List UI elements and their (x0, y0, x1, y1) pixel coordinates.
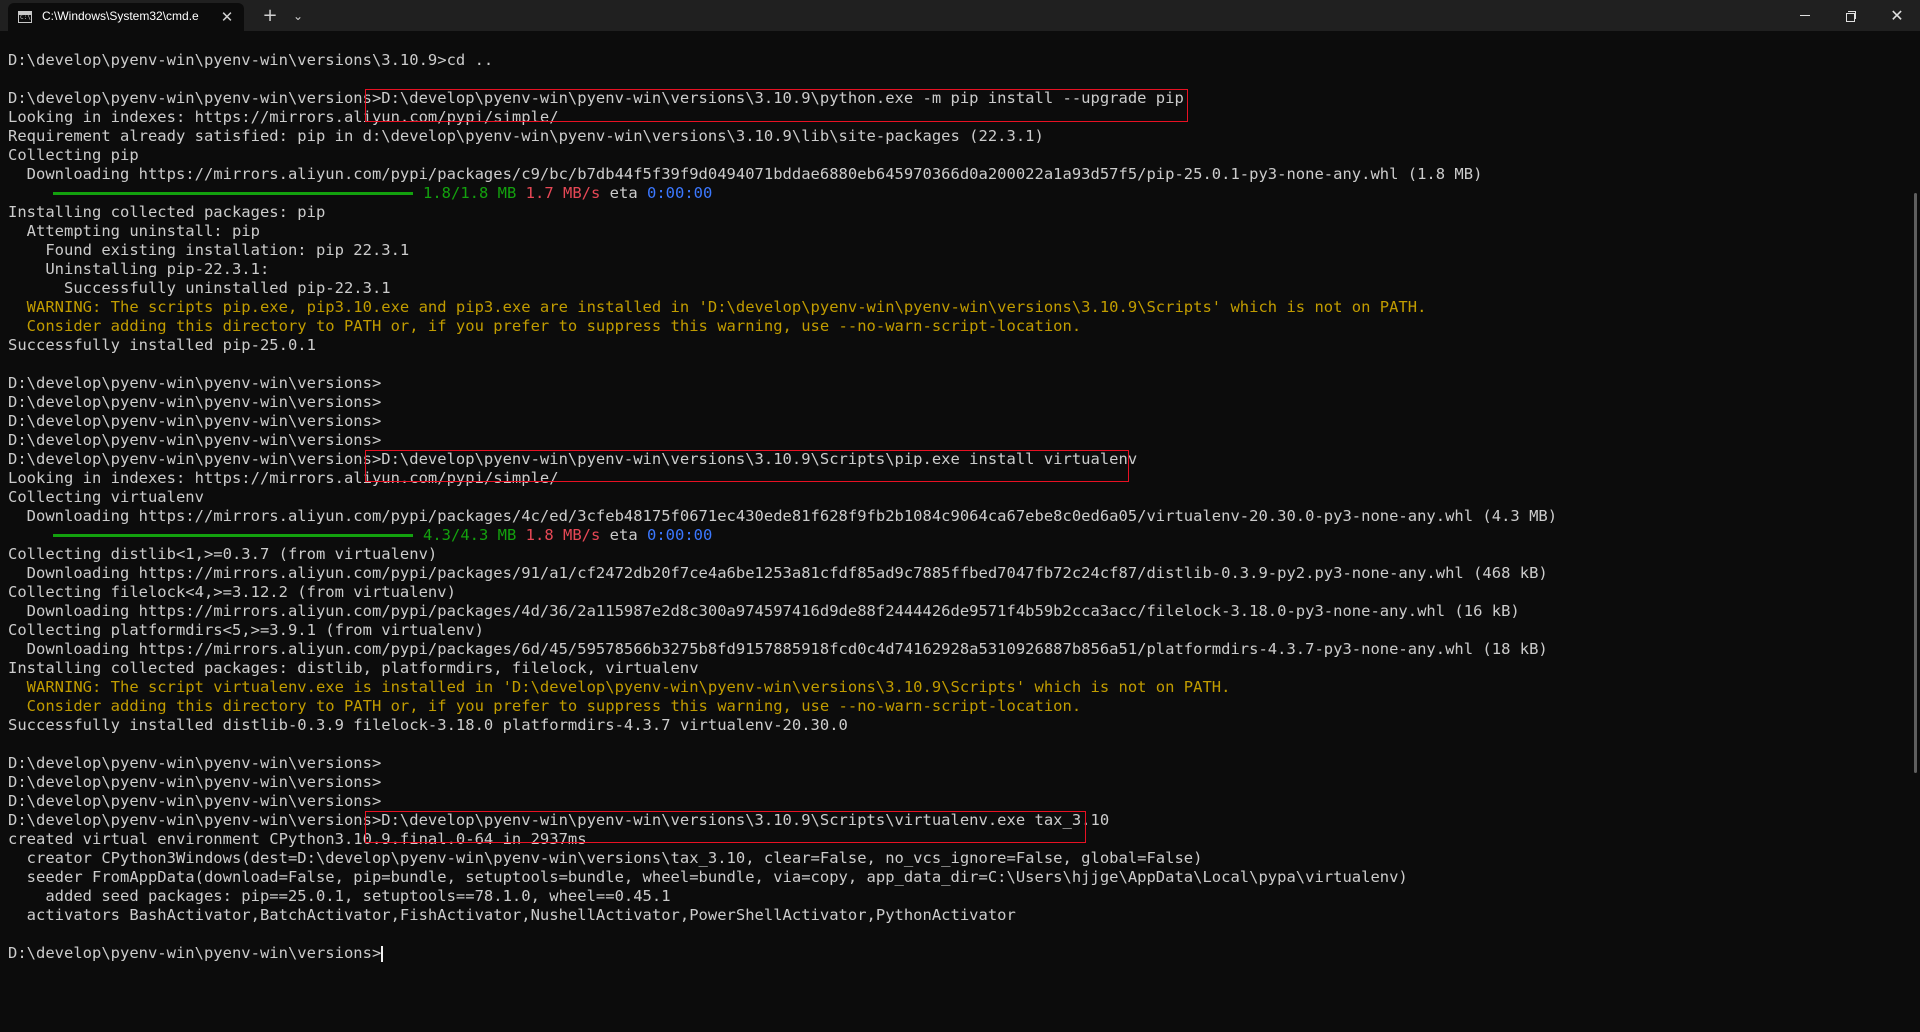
output-line: added seed packages: pip==25.0.1, setupt… (8, 887, 671, 905)
output-line: Successfully installed distlib-0.3.9 fil… (8, 716, 848, 734)
progress-size: 1.8/1.8 MB (423, 184, 517, 202)
cmd-icon (18, 11, 32, 23)
prompt-line[interactable]: D:\develop\pyenv-win\pyenv-win\versions> (8, 944, 1557, 963)
output-line: D:\develop\pyenv-win\pyenv-win\versions> (8, 431, 382, 449)
restore-icon (1846, 10, 1856, 22)
warning-line: WARNING: The script virtualenv.exe is in… (8, 678, 1231, 696)
progress-eta-label: eta (609, 184, 638, 202)
text-cursor (381, 945, 384, 962)
output-line: Downloading https://mirrors.aliyun.com/p… (8, 640, 1548, 658)
output-line: creator CPython3Windows(dest=D:\develop\… (8, 849, 1203, 867)
progress-eta: 0:00:00 (647, 184, 713, 202)
output-line: activators BashActivator,BatchActivator,… (8, 906, 1016, 924)
maximize-button[interactable] (1828, 0, 1874, 31)
progress-speed: 1.8 MB/s (525, 526, 601, 544)
output-line: Collecting pip (8, 146, 139, 164)
warning-line: Consider adding this directory to PATH o… (8, 317, 1082, 335)
scrollbar[interactable] (1914, 193, 1917, 773)
output-line: Downloading https://mirrors.aliyun.com/p… (8, 165, 1483, 183)
progress-line: 4.3/4.3 MB 1.8 MB/s eta 0:00:00 (8, 526, 1557, 545)
output-line: seeder FromAppData(download=False, pip=b… (8, 868, 1408, 886)
terminal-output[interactable]: D:\develop\pyenv-win\pyenv-win\versions\… (0, 31, 1920, 1032)
close-window-button[interactable]: ✕ (1874, 0, 1920, 31)
output-line: Uninstalling pip-22.3.1: (8, 260, 270, 278)
output-line: Installing collected packages: pip (8, 203, 326, 221)
progress-eta: 0:00:00 (647, 526, 713, 544)
output-line: Attempting uninstall: pip (8, 222, 260, 240)
progress-bar (53, 192, 413, 195)
progress-eta-label: eta (609, 526, 638, 544)
output-line: Downloading https://mirrors.aliyun.com/p… (8, 507, 1558, 525)
title-bar: C:\Windows\System32\cmd.e ✕ + ⌄ ✕ (0, 0, 1920, 31)
output-line: Found existing installation: pip 22.3.1 (8, 241, 410, 259)
chevron-down-icon[interactable]: ⌄ (288, 4, 308, 28)
output-line: D:\develop\pyenv-win\pyenv-win\versions> (8, 393, 382, 411)
output-line: Successfully uninstalled pip-22.3.1 (8, 279, 391, 297)
output-line: Downloading https://mirrors.aliyun.com/p… (8, 564, 1548, 582)
close-icon: ✕ (1890, 5, 1904, 25)
command-highlight-box (365, 450, 1129, 482)
minimize-icon (1800, 15, 1810, 16)
output-line: Requirement already satisfied: pip in d:… (8, 127, 1044, 145)
output-line: D:\develop\pyenv-win\pyenv-win\versions> (8, 374, 382, 392)
terminal-tab[interactable]: C:\Windows\System32\cmd.e ✕ (8, 3, 244, 31)
progress-speed: 1.7 MB/s (525, 184, 601, 202)
output-line: Collecting distlib<1,>=0.3.7 (from virtu… (8, 545, 438, 563)
output-line: D:\develop\pyenv-win\pyenv-win\versions> (8, 412, 382, 430)
tab-title: C:\Windows\System32\cmd.e (42, 9, 199, 23)
output-line: Collecting platformdirs<5,>=3.9.1 (from … (8, 621, 484, 639)
output-line: Installing collected packages: distlib, … (8, 659, 699, 677)
output-line: D:\develop\pyenv-win\pyenv-win\versions> (8, 773, 382, 791)
output-line: Collecting filelock<4,>=3.12.2 (from vir… (8, 583, 456, 601)
progress-size: 4.3/4.3 MB (423, 526, 517, 544)
new-tab-button[interactable]: + (258, 4, 282, 28)
output-line: D:\develop\pyenv-win\pyenv-win\versions\… (8, 51, 494, 69)
progress-line: 1.8/1.8 MB 1.7 MB/s eta 0:00:00 (8, 184, 1557, 203)
minimize-button[interactable] (1782, 0, 1828, 31)
output-line: Downloading https://mirrors.aliyun.com/p… (8, 602, 1520, 620)
progress-bar (53, 534, 413, 537)
output-line: D:\develop\pyenv-win\pyenv-win\versions> (8, 792, 382, 810)
warning-line: Consider adding this directory to PATH o… (8, 697, 1082, 715)
warning-line: WARNING: The scripts pip.exe, pip3.10.ex… (8, 298, 1427, 316)
command-highlight-box (365, 89, 1188, 122)
output-line: Collecting virtualenv (8, 488, 204, 506)
prompt-text: D:\develop\pyenv-win\pyenv-win\versions> (8, 944, 382, 962)
output-line: Successfully installed pip-25.0.1 (8, 336, 316, 354)
output-line: D:\develop\pyenv-win\pyenv-win\versions> (8, 754, 382, 772)
close-icon[interactable]: ✕ (218, 8, 236, 26)
command-highlight-box (365, 811, 1086, 843)
